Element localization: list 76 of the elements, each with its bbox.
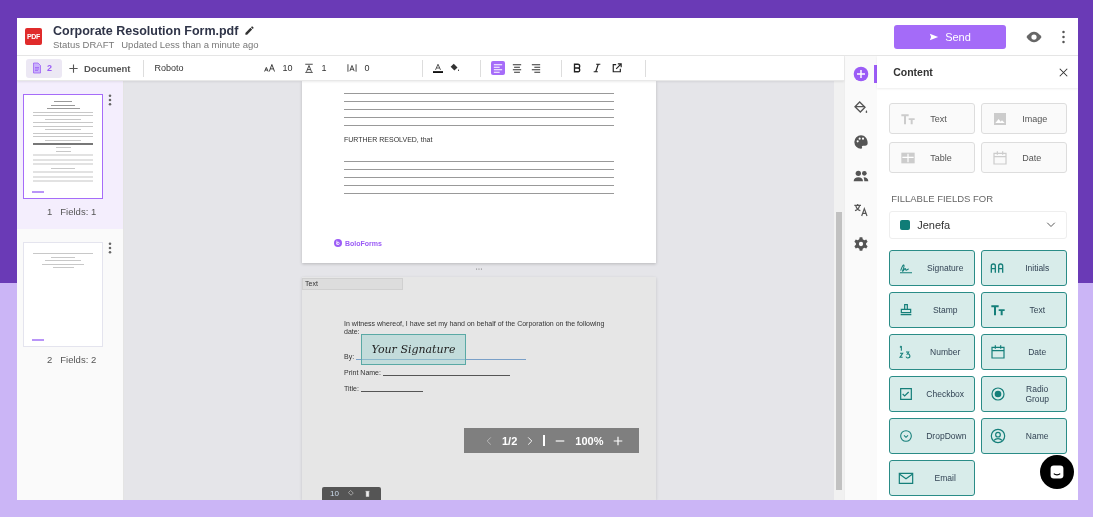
checkbox-icon <box>898 386 915 402</box>
page-number: 1 <box>47 206 53 217</box>
page-thumbnail[interactable] <box>23 94 103 199</box>
chat-icon <box>1049 464 1065 480</box>
field-button[interactable]: Name <box>981 418 1068 454</box>
section-heading: FILLABLE FIELDS FOR <box>891 193 995 204</box>
close-icon[interactable] <box>1059 67 1068 77</box>
line-height-value[interactable]: 1 <box>321 63 344 73</box>
updated-time: Updated Less than a minute ago <box>121 38 259 50</box>
document-title: Corporate Resolution Form.pdf <box>53 23 239 38</box>
calendar-icon <box>990 344 1007 360</box>
add-icon[interactable] <box>853 66 870 82</box>
field-button[interactable]: Signature <box>889 250 976 286</box>
font-selector[interactable]: Roboto <box>154 63 265 73</box>
pencil-icon[interactable] <box>244 25 256 36</box>
document-icon <box>31 62 43 74</box>
radio-icon <box>990 386 1007 402</box>
paint-bucket-icon[interactable] <box>853 100 870 116</box>
zoom-in-icon[interactable] <box>613 435 624 446</box>
document-status: Status DRAFT <box>53 38 115 50</box>
link-icon[interactable] <box>612 63 623 73</box>
more-icon[interactable] <box>1061 29 1066 44</box>
field-button[interactable]: Initials <box>981 250 1068 286</box>
next-icon[interactable] <box>527 435 534 446</box>
brand-logo-icon <box>334 239 342 247</box>
font-size-value[interactable]: 10 <box>282 63 305 73</box>
letter-spacing-value[interactable]: 0 <box>364 63 387 73</box>
letter-spacing-icon <box>347 63 358 73</box>
people-icon[interactable] <box>853 168 870 184</box>
text-icon <box>990 302 1007 318</box>
field-button[interactable]: Checkbox <box>889 376 976 412</box>
text-color-icon[interactable] <box>433 63 444 73</box>
align-left-button[interactable] <box>491 61 506 75</box>
add-document-button[interactable]: Document <box>68 62 131 74</box>
page-indicator: 1/2 <box>502 434 518 447</box>
bold-icon[interactable] <box>572 63 583 73</box>
zoom-level: 100% <box>575 434 604 447</box>
send-icon <box>929 31 940 42</box>
line-height-icon <box>304 63 315 73</box>
content-item[interactable]: Image <box>981 103 1068 134</box>
fields-count: Fields: 1 <box>60 206 97 217</box>
palette-icon[interactable] <box>853 134 870 150</box>
field-button[interactable]: Number <box>889 334 976 370</box>
fill-color-icon[interactable] <box>347 490 355 497</box>
chevron-down-icon <box>1046 222 1057 228</box>
active-indicator <box>874 65 878 83</box>
image-icon <box>992 110 1009 127</box>
chat-button[interactable] <box>1040 455 1074 489</box>
scrollbar-thumb[interactable] <box>836 212 843 490</box>
user-icon <box>990 428 1007 444</box>
field-button[interactable]: Text <box>981 292 1068 328</box>
field-button[interactable]: Stamp <box>889 292 976 328</box>
panel-title: Content <box>893 66 933 78</box>
page-number: 2 <box>47 354 53 365</box>
settings-icon[interactable] <box>853 236 870 252</box>
trash-icon[interactable] <box>363 490 371 497</box>
calendar-icon <box>992 149 1009 166</box>
more-icon[interactable] <box>108 242 112 254</box>
field-button[interactable]: Date <box>981 334 1068 370</box>
italic-icon[interactable] <box>592 63 603 73</box>
fields-count: Fields: 2 <box>60 354 97 365</box>
field-button[interactable]: Radio Group <box>981 376 1068 412</box>
plus-icon <box>68 62 79 74</box>
fill-color-icon[interactable] <box>450 63 461 73</box>
signature-field[interactable]: Your Signature <box>361 334 466 365</box>
translate-icon[interactable] <box>853 202 870 218</box>
field-button[interactable]: Email <box>889 460 976 496</box>
recipient-dropdown[interactable]: Jenefa <box>889 211 1068 239</box>
dropdown-icon <box>898 428 915 444</box>
mail-icon <box>898 470 915 486</box>
more-icon[interactable] <box>108 94 112 106</box>
content-item[interactable]: Date <box>981 142 1068 173</box>
field-button[interactable]: DropDown <box>889 418 976 454</box>
font-size-value[interactable]: 10 <box>330 489 339 498</box>
content-item[interactable]: Text <box>889 103 976 134</box>
content-item[interactable]: Table <box>889 142 976 173</box>
